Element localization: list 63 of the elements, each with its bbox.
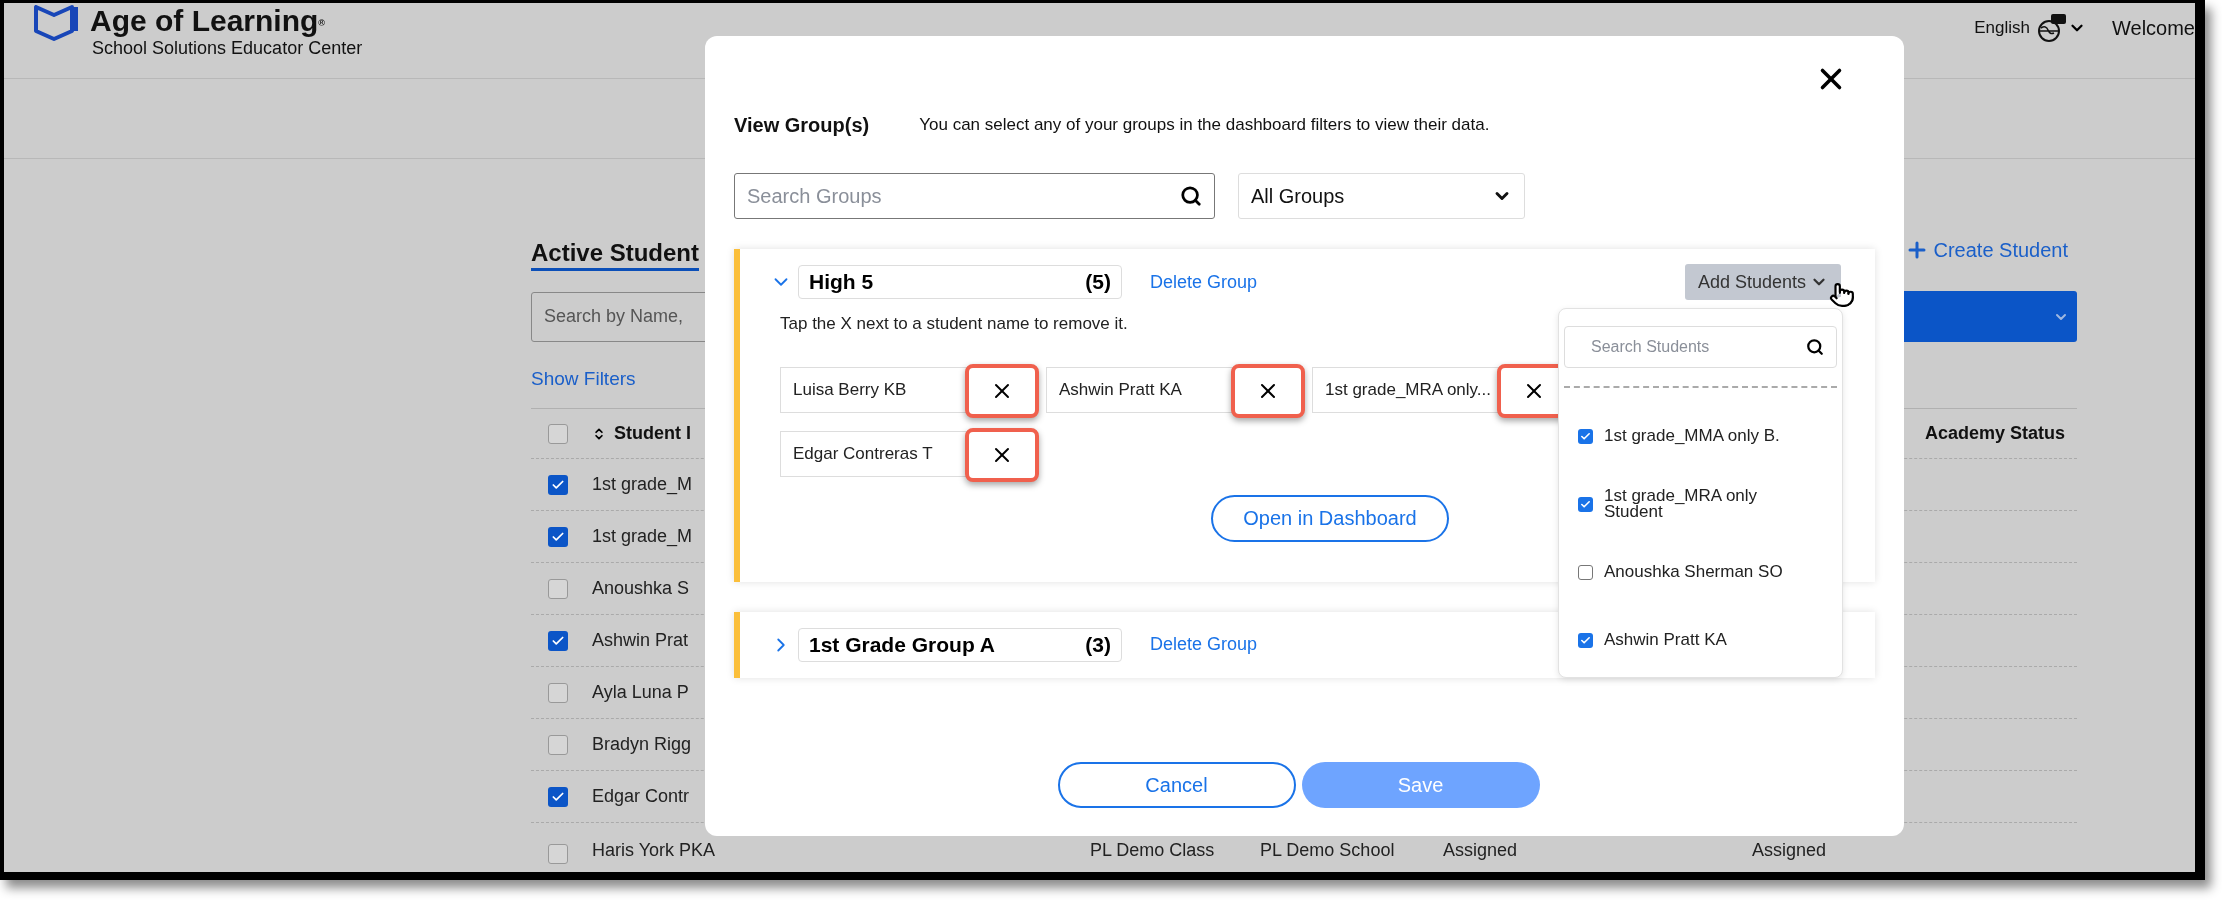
group-name-field[interactable]: High 5 (5) [798,265,1122,299]
checkbox[interactable] [1578,496,1593,512]
checkbox[interactable] [548,526,568,547]
student-name: Ayla Luna P [592,681,689,704]
logo-icon [34,4,80,41]
column-header[interactable]: Academy Status [1924,420,2065,447]
checkbox[interactable] [548,734,568,755]
student-name: Bradyn Rigg [592,733,692,756]
student-name: Haris York PKA [592,839,716,862]
dialog-description: You can select any of your groups in the dashboard filters to view their data. [919,114,1490,137]
cancel-button[interactable]: Cancel [1057,761,1296,808]
column-header[interactable]: Student I [614,420,691,447]
student-name: Edgar Contreras T [792,442,933,465]
delete-group-link[interactable]: Delete Group [1150,631,1258,658]
table-cell-text: PL Demo Class [1090,839,1216,862]
open-in-dashboard-button[interactable]: Open in Dashboard [1211,494,1449,542]
language-label[interactable]: English [1974,14,2030,41]
welcome-text: Welcome [2112,15,2195,41]
checkmark-icon [1580,634,1591,646]
delete-group-link[interactable]: Delete Group [1150,268,1258,296]
remove-button[interactable] [1231,363,1305,418]
remove-button[interactable] [965,363,1039,418]
dialog-title: View Group(s) [734,113,870,138]
student-name: Ashwin Prat [592,629,689,652]
checkbox[interactable] [548,423,568,444]
student-option[interactable]: 1st grade_MMA only B. [1578,402,1837,470]
group-filter-select[interactable]: All Groups [1238,173,1525,219]
page-title: Active Student [531,238,700,271]
search-icon[interactable] [1180,185,1202,207]
student-name: Anoushka S [592,577,690,600]
table-cell-text: PL Demo School [1260,839,1396,862]
student-option[interactable]: 1st grade_MRA only Student [1578,470,1837,538]
checkbox[interactable] [1578,632,1593,648]
student-name: Ashwin Pratt KA [1058,378,1182,401]
student-name: Luisa Berry KB [792,378,907,401]
checkbox[interactable] [548,474,568,495]
student-name: 1st grade_M [592,525,693,549]
create-student-link[interactable]: Create Student [1933,235,2068,265]
show-filters-link[interactable]: Show Filters [531,364,636,394]
table-cell-text: Assigned [1443,839,1519,862]
checkmark-icon [1580,498,1591,510]
checkbox[interactable] [548,682,568,703]
checkbox[interactable] [1578,428,1593,444]
checkmark-icon [1580,430,1591,442]
checkbox[interactable] [548,630,568,651]
checkbox[interactable] [548,844,568,864]
student-option[interactable]: Ashwin Pratt KA [1578,606,1837,674]
checkbox[interactable] [548,578,568,599]
checkbox[interactable] [548,786,568,807]
group-name-field[interactable]: 1st Grade Group A (3) [798,627,1122,662]
checkbox[interactable] [1578,564,1593,580]
brand-subtitle: School Solutions Educator Center [92,37,363,59]
table-cell-text: Assigned [1752,839,1828,862]
search-icon[interactable] [1806,338,1824,356]
hand-cursor-icon [1829,282,1855,308]
student-name: Edgar Contr [592,785,690,808]
student-name: 1st grade_MRA only... [1324,378,1491,401]
student-option[interactable]: Anoushka Sherman SO [1578,538,1837,606]
remove-button[interactable] [965,427,1039,482]
sort-icon[interactable] [592,426,606,441]
brand-name: Age of Learning$^{®}$ [90,4,326,37]
instruction-text: Tap the X next to a student name to remove it. [780,313,1129,335]
student-name: 1st grade_M [592,473,693,497]
